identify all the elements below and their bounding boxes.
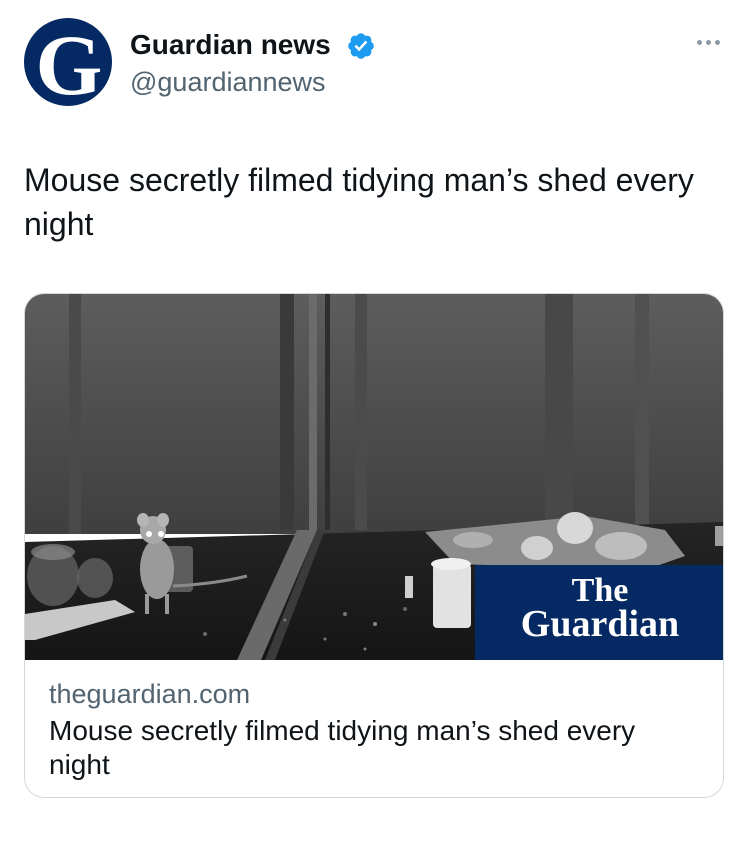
verified-badge-icon xyxy=(348,33,374,59)
tweet-text: Mouse secretly filmed tidying man’s shed… xyxy=(24,162,694,242)
link-card[interactable]: The Guardian theguardian.com Mouse secre… xyxy=(24,293,724,798)
card-title[interactable]: Mouse secretly filmed tidying man’s shed… xyxy=(49,714,699,782)
card-image[interactable]: The Guardian xyxy=(25,294,724,660)
card-domain[interactable]: theguardian.com xyxy=(49,678,250,710)
author-handle[interactable]: @guardiannews xyxy=(130,66,326,98)
card-image-logo-line2: Guardian xyxy=(521,603,679,645)
more-options-button[interactable] xyxy=(688,30,728,54)
author-display-name[interactable]: Guardian news xyxy=(130,28,331,62)
more-options-icon xyxy=(696,39,702,45)
avatar[interactable]: G xyxy=(24,18,112,106)
avatar-logo-letter: G xyxy=(35,18,103,106)
